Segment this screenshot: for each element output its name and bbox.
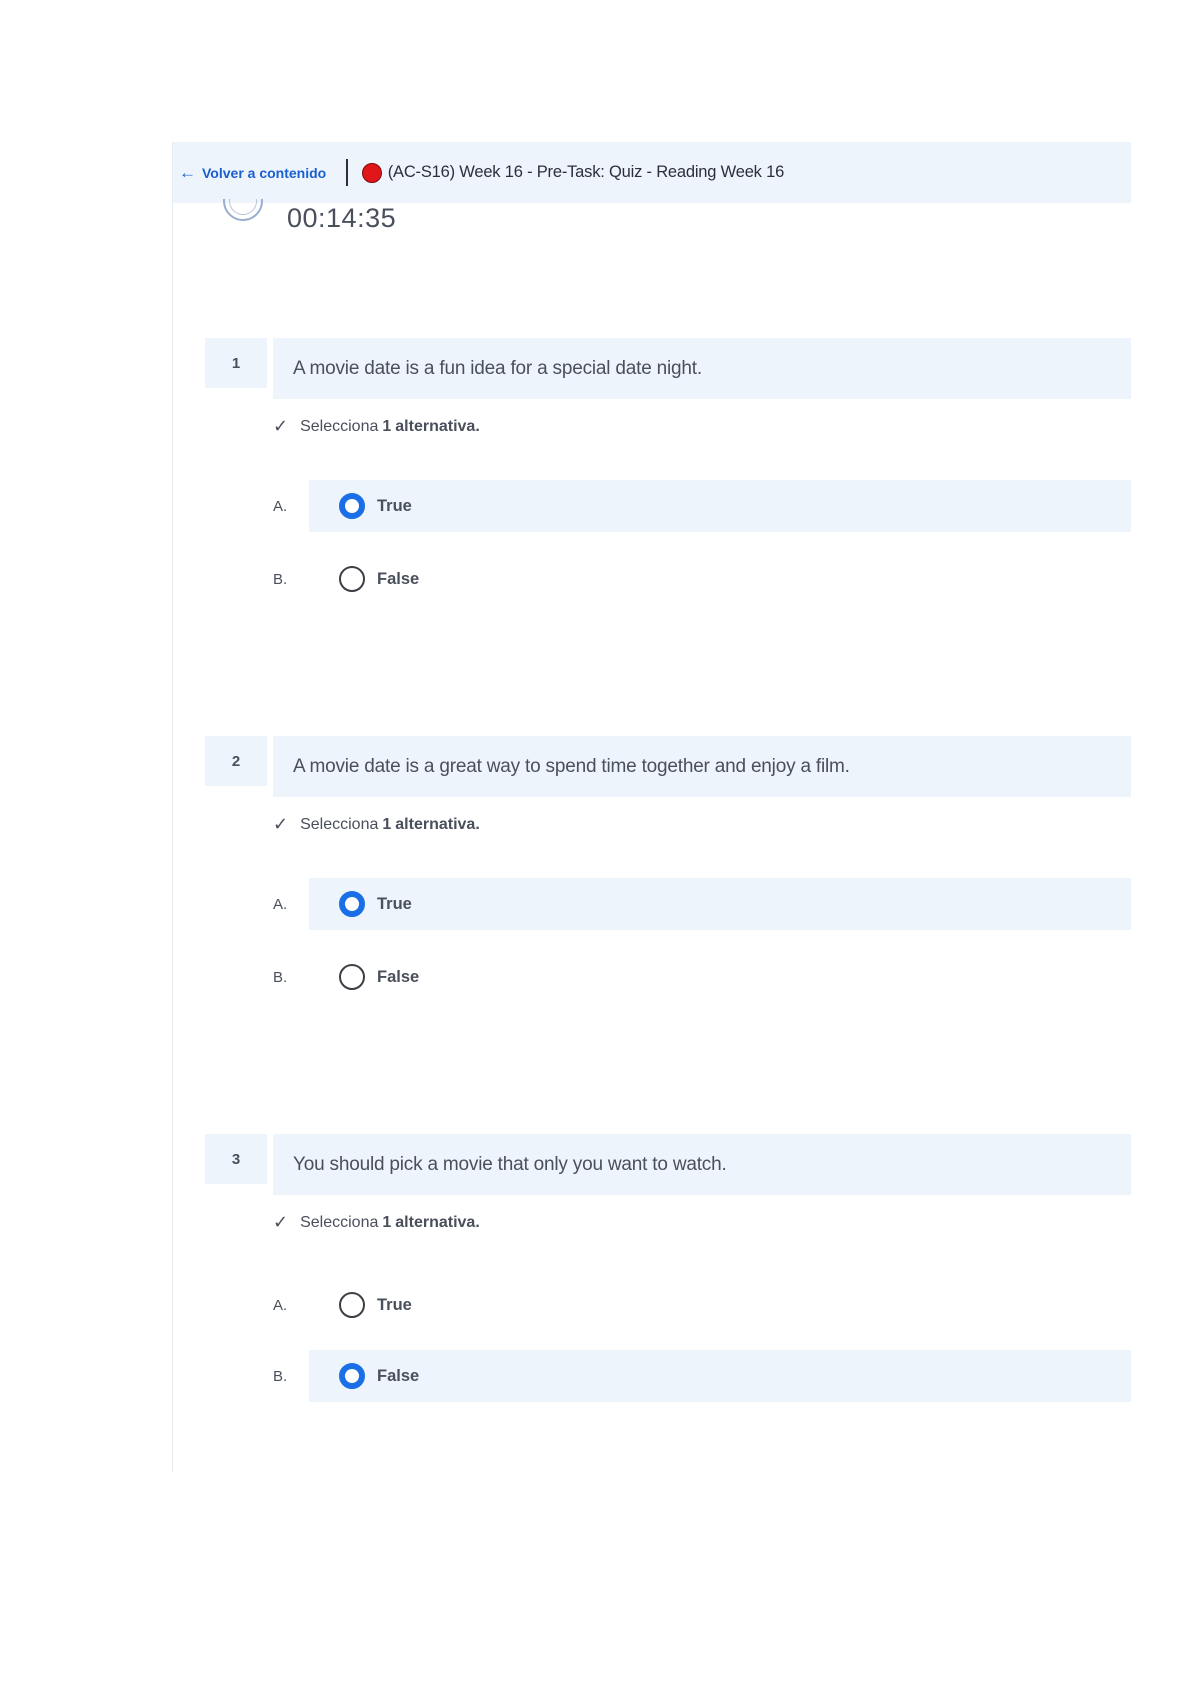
- check-icon: ✓: [273, 814, 289, 834]
- option-letter: A.: [273, 1296, 288, 1314]
- back-link-label: Volver a contenido: [202, 164, 327, 181]
- option-letter: B.: [273, 1367, 288, 1385]
- back-to-content-link[interactable]: ← Volver a contenido: [179, 164, 326, 181]
- instruction: ✓ Selecciona 1 alternativa.: [273, 1212, 480, 1232]
- option-letter: A.: [273, 497, 288, 515]
- option-letter: B.: [273, 570, 288, 588]
- radio-icon[interactable]: [339, 566, 365, 592]
- instruction: ✓ Selecciona 1 alternativa.: [273, 814, 480, 834]
- option-label: False: [377, 1366, 420, 1385]
- option-true[interactable]: True: [309, 480, 1131, 532]
- option-false[interactable]: False: [309, 951, 1131, 1003]
- question-text: A movie date is a fun idea for a special…: [273, 338, 1131, 399]
- timer: 00:14:35: [223, 199, 396, 229]
- record-dot-icon: [361, 162, 382, 183]
- option-b: B. False: [273, 951, 1131, 1003]
- timer-value: 00:14:35: [287, 203, 397, 229]
- option-true[interactable]: True: [309, 878, 1131, 930]
- option-label: True: [377, 496, 412, 515]
- divider: [346, 159, 348, 186]
- option-b: B. False: [273, 1350, 1131, 1402]
- check-icon: ✓: [273, 416, 289, 436]
- option-label: False: [377, 569, 420, 588]
- radio-selected-icon[interactable]: [339, 493, 365, 519]
- radio-selected-icon[interactable]: [339, 1363, 365, 1389]
- radio-icon[interactable]: [339, 1292, 365, 1318]
- radio-icon[interactable]: [339, 964, 365, 990]
- clock-icon: [223, 199, 267, 229]
- question-number: 1: [205, 338, 267, 388]
- quiz-title: (AC-S16) Week 16 - Pre-Task: Quiz - Read…: [387, 163, 785, 181]
- option-a: A. True: [273, 1279, 1131, 1331]
- question-text: A movie date is a great way to spend tim…: [273, 736, 1131, 797]
- instruction: ✓ Selecciona 1 alternativa.: [273, 416, 480, 436]
- option-label: False: [377, 967, 420, 986]
- option-label: True: [377, 894, 412, 913]
- question-number: 3: [205, 1134, 267, 1184]
- option-false[interactable]: False: [309, 1350, 1131, 1402]
- question-text: You should pick a movie that only you wa…: [273, 1134, 1131, 1195]
- quiz-frame: ← Volver a contenido (AC-S16) Week 16 - …: [172, 142, 1131, 1472]
- radio-selected-icon[interactable]: [339, 891, 365, 917]
- option-label: True: [377, 1295, 412, 1314]
- option-letter: A.: [273, 895, 288, 913]
- option-b: B. False: [273, 553, 1131, 605]
- top-bar: ← Volver a contenido (AC-S16) Week 16 - …: [173, 142, 1131, 203]
- option-a: A. True: [273, 878, 1131, 930]
- option-a: A. True: [273, 480, 1131, 532]
- option-false[interactable]: False: [309, 553, 1131, 605]
- check-icon: ✓: [273, 1212, 289, 1232]
- arrow-left-icon: ←: [179, 163, 196, 182]
- option-true[interactable]: True: [309, 1279, 1131, 1331]
- option-letter: B.: [273, 968, 288, 986]
- question-number: 2: [205, 736, 267, 786]
